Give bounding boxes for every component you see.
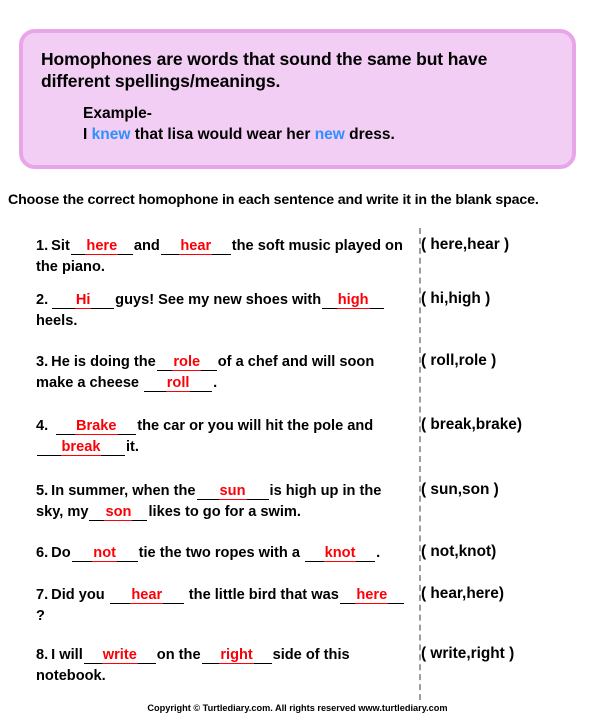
question-8-answer-2: right (219, 647, 254, 664)
example-sentence: I knew that lisa would wear her new dres… (83, 125, 554, 146)
question-8-number: 8. (36, 647, 49, 663)
question-8-options: ( write,right ) (421, 645, 515, 662)
question-3-number: 3. (36, 354, 49, 370)
question-row-3: 3. He is doing the role of a chef and will … (0, 352, 595, 416)
question-row-7: 7. Did you hear the little bird that was h… (0, 585, 595, 645)
question-4-segment-3: it. (126, 438, 139, 455)
question-2-answer-1: Hi (74, 292, 92, 309)
question-6-number: 6. (36, 545, 49, 561)
question-3-blank-1[interactable]: role (156, 354, 217, 372)
question-5-answer-1: sun (218, 483, 247, 500)
question-3-body: 3. He is doing the role of a chef and will … (0, 352, 408, 393)
example-post-text: dress. (344, 125, 395, 143)
question-1-options: ( here,hear ) (421, 236, 510, 253)
footer-copyright: Copyright © Turtlediary.com. All rights … (147, 703, 448, 713)
instruction-text: Choose the correct homophone in each sen… (8, 192, 539, 208)
definition-callout-inner: Homophones are words that sound the same… (23, 33, 572, 165)
question-3-segment-1: He is doing the (51, 354, 156, 370)
question-4-blank-2[interactable]: break (37, 438, 125, 456)
example-homophone-knew: knew (91, 125, 131, 143)
question-5-options: ( sun,son ) (421, 481, 499, 498)
question-3-blank-2[interactable]: roll (144, 374, 213, 392)
question-1-blank-1[interactable]: here (70, 238, 133, 256)
question-row-6: 6. Do not tie the two ropes with a knot. ( … (0, 543, 595, 585)
question-7-segment-2: the little bird that was (184, 587, 339, 603)
question-2-blank-2[interactable]: high (322, 292, 385, 310)
question-6-segment-3: . (376, 545, 381, 561)
example-homophone-new: new (314, 125, 345, 143)
question-3-answer-1: role (172, 354, 202, 371)
question-5-segment-3: likes to go for a swim. (148, 503, 301, 520)
question-6-segment-1: Do (51, 545, 71, 561)
question-2-segment-2: guys! See my new shoes with (115, 292, 322, 308)
question-4-options: ( break,brake) (421, 416, 522, 433)
question-6-blank-1[interactable]: not (71, 545, 138, 563)
question-4-body: 4. Brake the car or you will hit the pole… (0, 416, 408, 457)
question-2-blank-1[interactable]: Hi (52, 292, 115, 310)
example-pre-text: I (83, 125, 92, 143)
question-7-number: 7. (36, 587, 49, 603)
question-7-blank-1[interactable]: hear (109, 587, 184, 605)
question-4-segment-2: the car or you will hit the pole and (137, 418, 374, 434)
question-8-blank-2[interactable]: right (201, 647, 272, 665)
question-row-4: 4. Brake the car or you will hit the pole… (0, 416, 595, 481)
question-6-answer-2: knot (323, 545, 357, 562)
question-5-segment-1: In summer, when the (51, 483, 196, 499)
question-8-body: 8. I will write on the right side of this not… (0, 645, 408, 686)
question-5-body: 5. In summer, when the sun is high up in th… (0, 481, 408, 522)
question-7-blank-2[interactable]: here (339, 587, 404, 605)
question-2-answer-2: high (336, 292, 370, 309)
question-4-answer-1: Brake (74, 418, 118, 435)
definition-title: Homophones are words that sound the same… (41, 49, 488, 92)
question-4-answer-2: break (60, 438, 102, 456)
question-list: 1. Sit here and hear the soft music played on… (0, 236, 595, 695)
question-8-segment-1: I will (51, 647, 83, 663)
question-7-segment-1: Did you (51, 587, 109, 603)
question-8-answer-1: write (101, 647, 138, 664)
question-7-answer-2: here (355, 587, 389, 604)
question-5-answer-2: son (104, 503, 133, 521)
question-7-body: 7. Did you hear the little bird that was h… (0, 585, 408, 626)
question-4-segment-1 (51, 418, 55, 434)
question-8-segment-2: on the (156, 647, 201, 663)
question-6-options: ( not,knot) (421, 543, 497, 560)
question-1-segment-2: and (133, 238, 160, 254)
question-1-number: 1. (36, 238, 49, 254)
question-row-1: 1. Sit here and hear the soft music played on… (0, 236, 595, 290)
question-3-answer-2: roll (165, 374, 191, 392)
question-1-answer-2: hear (179, 238, 213, 255)
example-block: Example- I knew that lisa would wear her… (41, 104, 554, 146)
question-row-8: 8. I will write on the right side of this not… (0, 645, 595, 695)
example-label: Example- (83, 104, 152, 122)
example-mid-text: that lisa would wear her (130, 125, 315, 143)
question-2-number: 2. (36, 292, 49, 308)
question-row-2: 2. Hi guys! See my new shoes with high heels… (0, 290, 595, 352)
question-1-body: 1. Sit here and hear the soft music played on… (0, 236, 408, 277)
question-6-body: 6. Do not tie the two ropes with a knot. (0, 543, 408, 564)
question-7-segment-3: ? (36, 607, 45, 624)
question-6-blank-2[interactable]: knot (305, 545, 376, 563)
question-2-options: ( hi,high ) (421, 290, 491, 307)
question-3-options: ( roll,role ) (421, 352, 497, 369)
question-5-blank-2[interactable]: son (89, 503, 148, 521)
question-4-number: 4. (36, 418, 49, 434)
question-1-blank-2[interactable]: hear (160, 238, 231, 256)
question-5-blank-1[interactable]: sun (196, 483, 269, 501)
question-2-segment-3: heels. (36, 312, 78, 329)
question-6-answer-1: not (92, 545, 117, 562)
question-7-answer-1: hear (130, 587, 164, 604)
question-1-answer-1: here (85, 238, 119, 255)
definition-callout-box: Homophones are words that sound the same… (19, 29, 576, 169)
question-3-segment-3: . (213, 374, 218, 391)
question-6-segment-2: tie the two ropes with a (138, 545, 305, 561)
question-2-body: 2. Hi guys! See my new shoes with high heels… (0, 290, 408, 331)
question-7-options: ( hear,here) (421, 585, 504, 602)
question-5-number: 5. (36, 483, 49, 499)
question-row-5: 5. In summer, when the sun is high up in th… (0, 481, 595, 543)
question-8-blank-1[interactable]: write (83, 647, 156, 665)
question-4-blank-1[interactable]: Brake (56, 418, 137, 436)
question-1-segment-1: Sit (51, 238, 70, 254)
